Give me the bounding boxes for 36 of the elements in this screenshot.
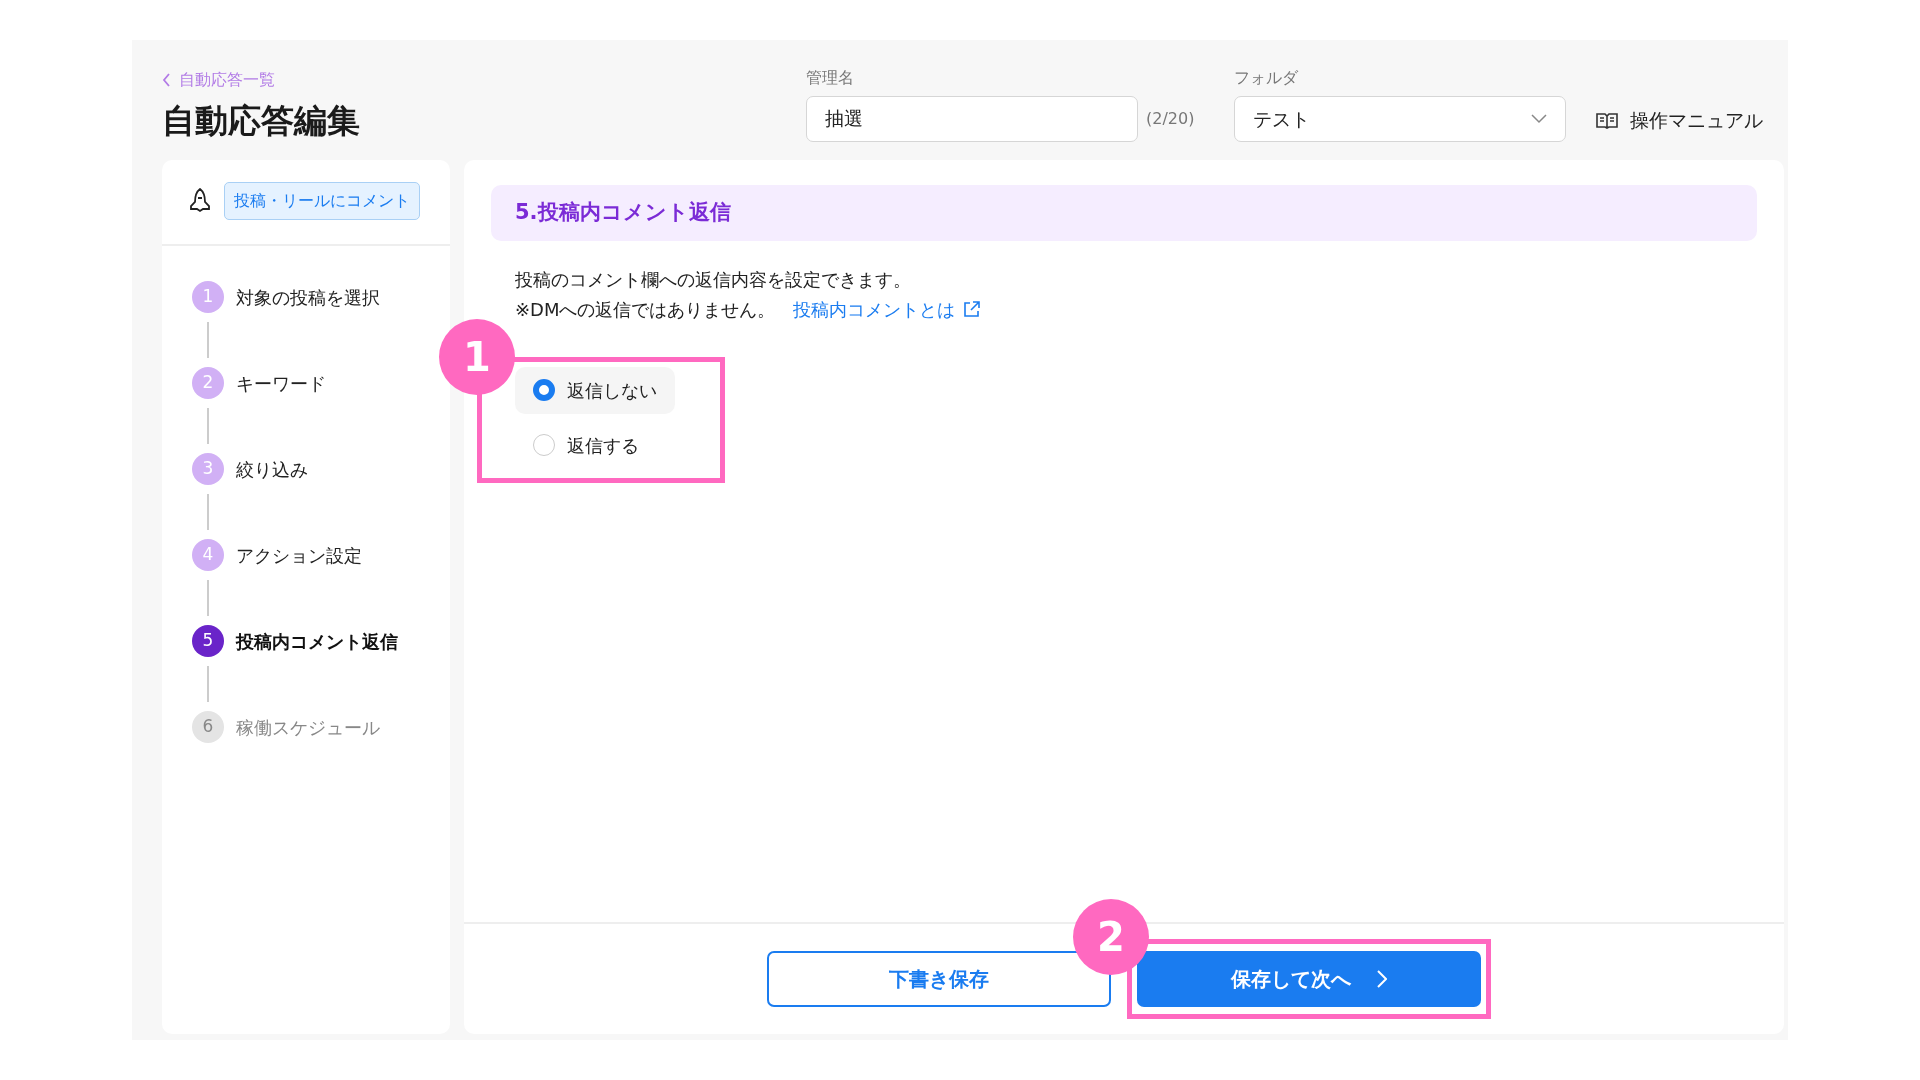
step-label[interactable]: 投稿内コメント返信: [236, 627, 398, 655]
step-callout: 1: [439, 318, 515, 395]
step-label[interactable]: 稼働スケジュール: [236, 713, 380, 741]
step-number: 6: [192, 711, 224, 743]
step-number: 3: [192, 453, 224, 485]
name-input[interactable]: 抽選: [806, 96, 1138, 142]
section-heading: 5.投稿内コメント返信: [491, 185, 1757, 241]
draft-save-button[interactable]: 下書き保存: [767, 951, 1111, 1007]
external-link-icon: [963, 301, 981, 318]
description-text: 投稿のコメント欄への返信内容を設定できます。: [515, 267, 912, 292]
step-label[interactable]: 対象の投稿を選択: [236, 283, 380, 311]
book-icon: [1596, 111, 1619, 129]
rocket-icon: [188, 187, 212, 215]
field-label: フォルダ: [1234, 67, 1300, 89]
folder-select[interactable]: テスト: [1234, 96, 1567, 142]
step-number: 4: [192, 539, 224, 571]
step-number: 2: [192, 367, 224, 399]
manual-link[interactable]: 操作マニュアル: [1596, 106, 1764, 135]
step-callout: 2: [1073, 899, 1149, 975]
field-label: 管理名: [806, 67, 855, 89]
step-label[interactable]: アクション設定: [236, 541, 362, 569]
page-title: 自動応答編集: [162, 100, 361, 142]
step-number: 5: [192, 625, 224, 657]
character-counter: (2/20): [1146, 108, 1195, 130]
radio-option[interactable]: 返信する: [515, 421, 675, 469]
save-next-button[interactable]: 保存して次へ: [1137, 951, 1481, 1007]
note-text: ※DMへの返信ではありません。: [515, 298, 776, 320]
chevron-down-icon: [1531, 114, 1548, 124]
step-label[interactable]: キーワード: [236, 369, 326, 397]
step-number: 1: [192, 281, 224, 313]
trigger-tag: 投稿・リールにコメント: [224, 182, 420, 220]
chevron-left-icon: [162, 73, 171, 87]
step-label[interactable]: 絞り込み: [236, 455, 308, 483]
radio-option[interactable]: 返信しない: [515, 366, 675, 414]
help-link[interactable]: 投稿内コメントとは: [793, 294, 981, 325]
chevron-right-icon: [1377, 970, 1387, 988]
